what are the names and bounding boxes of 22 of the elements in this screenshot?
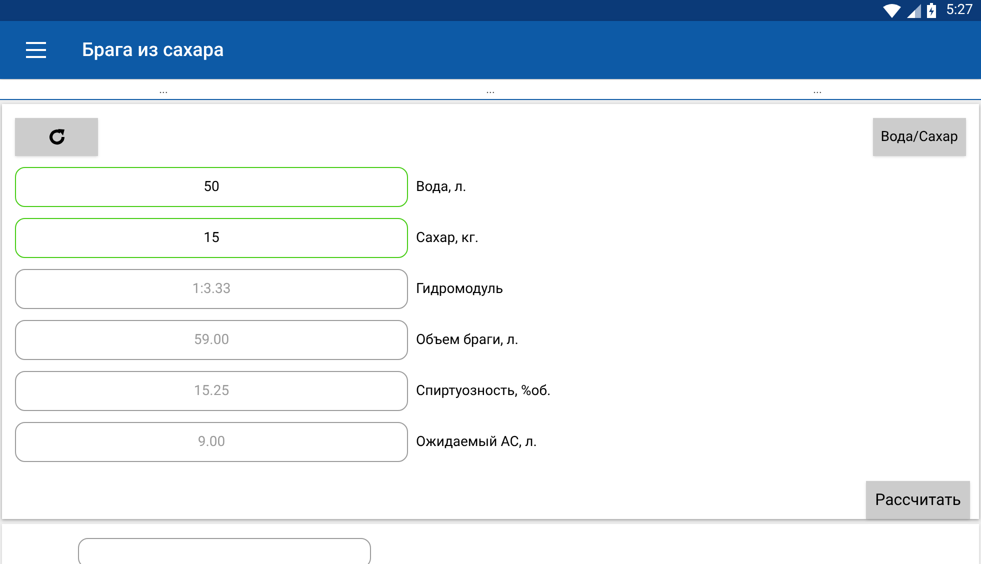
number-field[interactable]: 15 (15, 218, 408, 258)
calculate-button[interactable]: Рассчитать (866, 481, 970, 519)
field-label: Ожидаемый АС, л. (416, 432, 537, 452)
app-title: Брага из сахара (82, 36, 224, 63)
clock-time: 5:27 (946, 1, 973, 20)
field-label: Сахар, кг. (416, 228, 479, 248)
input-field[interactable] (78, 538, 371, 564)
field-label: Спиртуозность, %об. (416, 382, 551, 400)
field-label: Объем браги, л. (416, 330, 518, 350)
field-label: Гидромодуль (416, 280, 504, 298)
battery-icon (927, 3, 936, 18)
field-label: Вода, л. (416, 178, 466, 196)
menu-button[interactable] (26, 42, 46, 58)
tab[interactable]: ... (0, 80, 327, 99)
water-sugar-button[interactable]: Вода/Сахар (872, 118, 966, 156)
refresh-icon (46, 127, 66, 147)
signal-icon (907, 4, 921, 18)
wifi-icon (883, 4, 901, 18)
tab[interactable]: ... (327, 80, 654, 99)
tab[interactable]: ... (654, 80, 981, 99)
refresh-button[interactable] (15, 118, 98, 156)
number-field[interactable]: 50 (15, 167, 408, 207)
